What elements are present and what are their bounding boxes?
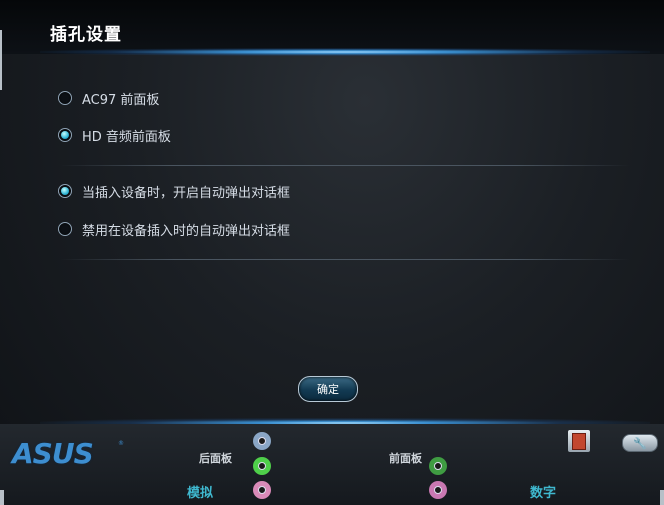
radio-disable-auto-popup[interactable]: 禁用在设备插入时的自动弹出对话框 xyxy=(58,219,290,239)
radio-hd-audio-front-panel[interactable]: HD 音频前面板 xyxy=(58,125,171,145)
wrench-icon: 🔧 xyxy=(633,436,647,450)
radio-label: 禁用在设备插入时的自动弹出对话框 xyxy=(82,223,291,239)
rear-line-in-jack-icon[interactable] xyxy=(253,432,271,450)
front-headphone-jack-icon[interactable] xyxy=(429,457,447,475)
rear-mic-jack-icon[interactable] xyxy=(253,481,271,499)
radio-button-icon[interactable] xyxy=(58,91,72,105)
door-icon xyxy=(572,432,586,450)
radio-button-icon[interactable] xyxy=(58,128,72,142)
title-bar: 插孔设置 xyxy=(0,0,664,54)
window-edge-left xyxy=(0,30,2,90)
radio-button-icon[interactable] xyxy=(58,222,72,236)
jack-settings-dialog: 插孔设置 AC97 前面板 HD 音频前面板 当插入设备时，开启自动弹出对话框 … xyxy=(0,0,664,505)
settings-wrench-button[interactable]: 🔧 xyxy=(622,434,658,452)
footer-panel xyxy=(0,424,664,505)
radio-label: HD 音频前面板 xyxy=(82,129,171,145)
rear-line-out-jack-icon[interactable] xyxy=(253,457,271,475)
radio-button-icon[interactable] xyxy=(58,184,72,198)
front-panel-label: 前面板 xyxy=(389,452,422,465)
asus-logo: ASUS xyxy=(12,437,94,470)
window-edge-bottom-left xyxy=(0,490,4,505)
section-divider xyxy=(60,165,630,166)
window-edge-bottom-right xyxy=(660,490,664,505)
front-mic-jack-icon[interactable] xyxy=(429,481,447,499)
radio-enable-auto-popup[interactable]: 当插入设备时，开启自动弹出对话框 xyxy=(58,181,290,201)
radio-label: AC97 前面板 xyxy=(82,92,160,108)
logo-trademark: ® xyxy=(118,440,124,447)
section-divider xyxy=(60,259,630,260)
rear-panel-label: 后面板 xyxy=(199,452,232,465)
analog-label: 模拟 xyxy=(187,486,214,501)
digital-output-icon[interactable] xyxy=(568,430,590,452)
radio-ac97-front-panel[interactable]: AC97 前面板 xyxy=(58,88,159,108)
ok-button[interactable]: 确定 xyxy=(298,376,358,402)
digital-label: 数字 xyxy=(530,486,557,501)
dialog-title: 插孔设置 xyxy=(50,25,122,45)
radio-label: 当插入设备时，开启自动弹出对话框 xyxy=(82,185,291,201)
title-glow-line xyxy=(40,48,650,56)
